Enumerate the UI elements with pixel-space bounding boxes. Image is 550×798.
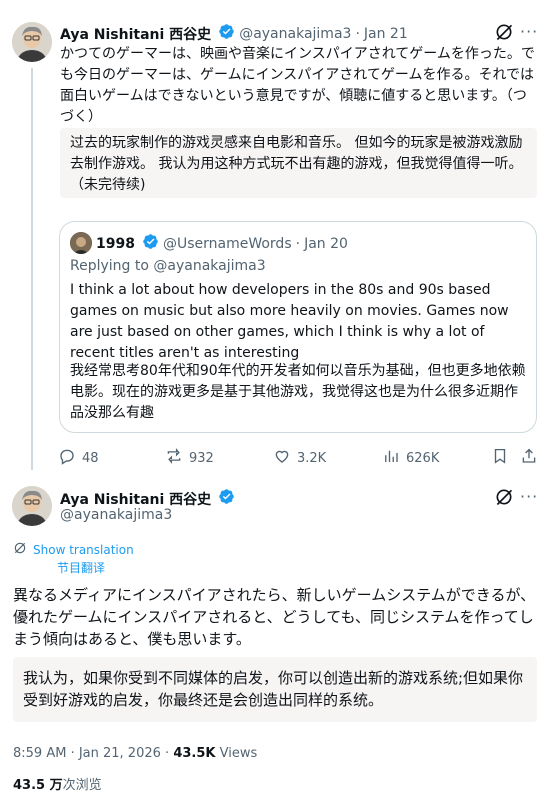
quoted-author-name: 1998 [96, 235, 135, 252]
quoted-handle: @UsernameWords [162, 235, 292, 252]
tweet-meta: 8:59 AM · Jan 21, 2026 · 43.5K Views [13, 746, 257, 761]
reply-button[interactable]: 48 [58, 447, 99, 469]
grok-icon[interactable] [494, 22, 514, 46]
translation-text: 过去的玩家制作的游戏灵感来自电影和音乐。 但如今的玩家是被游戏激励去制作游戏。 … [70, 135, 523, 193]
handle[interactable]: @ayanakajima3 [60, 507, 172, 523]
timestamp[interactable]: Jan 21 [364, 26, 408, 42]
handle[interactable]: @ayanakajima3 [239, 26, 351, 42]
views-button[interactable]: 626K [382, 447, 439, 469]
avatar[interactable] [12, 486, 52, 526]
quoted-header: 1998 @UsernameWords · Jan 20 [96, 233, 348, 254]
views-count: 626K [406, 450, 440, 466]
show-translation-button[interactable]: Show translation [13, 540, 134, 559]
show-translation-cn: 节目翻译 [57, 561, 106, 575]
like-button[interactable]: 3.2K [273, 447, 326, 469]
translation-box: 我认为，如果你受到不同媒体的启发，你可以创造出新的游戏系统;但如果你受到好游戏的… [13, 657, 537, 722]
tweet1-header: Aya Nishitani 西谷史 @ayanakajima3 · Jan 21 [60, 23, 408, 44]
translate-icon [13, 540, 27, 559]
like-count: 3.2K [297, 450, 327, 466]
quoted-timestamp: Jan 20 [304, 235, 348, 252]
bookmark-icon[interactable] [491, 447, 509, 469]
repost-button[interactable]: 932 [165, 447, 214, 469]
more-options-icon[interactable]: ··· [520, 487, 538, 506]
repost-icon [165, 447, 183, 469]
views-count: 43.5K [173, 746, 216, 761]
quoted-translation: 我经常思考80年代和90年代的开发者如何以音乐为基础，但也更多地依赖电影。现在的… [70, 363, 526, 421]
tweet-text: かつてのゲーマーは、映画や音楽にインスパイアされてゲームを作った。でも今日のゲー… [60, 46, 535, 125]
translation-text: 我认为，如果你受到不同媒体的启发，你可以创造出新的游戏系统;但如果你受到好游戏的… [23, 669, 524, 709]
views-cn-count: 43.5 万 [13, 778, 63, 793]
quoted-avatar[interactable] [70, 232, 92, 254]
replying-to: Replying to @ayanakajima3 [70, 258, 266, 274]
separator: · [355, 25, 360, 42]
more-options-icon[interactable]: ··· [520, 22, 538, 41]
repost-count: 932 [189, 450, 214, 466]
author-name[interactable]: Aya Nishitani 西谷史 [60, 24, 211, 44]
reply-count: 48 [82, 450, 99, 466]
tweet-text: 異なるメディアにインスパイアされたら、新しいゲームシステムができるが、優れたゲー… [13, 586, 536, 648]
verified-badge-icon [218, 23, 235, 44]
grok-icon[interactable] [494, 487, 514, 511]
like-icon [273, 447, 291, 469]
timestamp[interactable]: 8:59 AM · Jan 21, 2026 · [13, 746, 169, 761]
thread-line [31, 68, 33, 470]
views-cn-label: 次浏览 [62, 778, 102, 793]
share-icon[interactable] [520, 447, 538, 469]
author-name[interactable]: Aya Nishitani 西谷史 [60, 489, 211, 509]
avatar[interactable] [12, 22, 52, 62]
verified-badge-icon [142, 233, 159, 254]
tweet2-author: Aya Nishitani 西谷史 [60, 488, 235, 509]
quoted-text: I think a lot about how developers in th… [70, 282, 509, 361]
views-label: Views [219, 746, 258, 761]
views-icon [382, 447, 400, 469]
translation-box: 过去的玩家制作的游戏灵感来自电影和音乐。 但如今的玩家是被游戏激励去制作游戏。 … [60, 128, 537, 198]
views-cn: 43.5 万次浏览 [13, 774, 102, 793]
show-translation-label: Show translation [33, 542, 134, 557]
separator: · [295, 235, 301, 252]
verified-badge-icon [218, 488, 235, 509]
reply-icon [58, 447, 76, 469]
